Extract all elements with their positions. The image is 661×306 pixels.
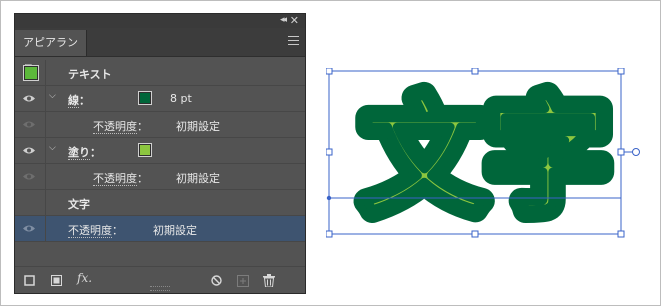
handle-middle-right[interactable] xyxy=(617,148,625,156)
visibility-eye-icon[interactable] xyxy=(22,94,36,103)
characters-label: 文字 xyxy=(68,198,90,211)
trash-icon[interactable] xyxy=(263,274,275,287)
handle-top-center[interactable] xyxy=(471,68,479,75)
add-new-fill-icon[interactable] xyxy=(51,275,62,286)
chevron-down-icon[interactable]: ⌵ xyxy=(49,91,56,101)
handle-bottom-center[interactable] xyxy=(471,230,479,238)
handle-bottom-right[interactable] xyxy=(617,230,625,238)
panel-tabbar: アピアランス xyxy=(15,28,305,75)
stroke-opacity-label[interactable]: 不透明度： xyxy=(93,118,148,134)
add-effect-icon[interactable]: fx. xyxy=(77,271,92,285)
row-opacity[interactable]: 不透明度： 初期設定 xyxy=(15,216,305,242)
row-stroke[interactable]: ⌵ 線： 8 pt xyxy=(15,86,305,112)
fill-color-swatch[interactable] xyxy=(138,143,152,157)
clear-appearance-icon[interactable] xyxy=(211,275,222,286)
row-gutter xyxy=(15,138,46,163)
opacity-label[interactable]: 不透明度： xyxy=(68,222,123,238)
opacity-value: 初期設定 xyxy=(153,224,197,237)
tab-appearance[interactable]: アピアランス xyxy=(15,30,87,75)
stroke-opacity-value: 初期設定 xyxy=(176,120,220,133)
row-gutter xyxy=(15,216,46,241)
text-out-port-handle[interactable] xyxy=(632,148,640,156)
handle-bottom-left[interactable] xyxy=(326,230,333,238)
row-gutter xyxy=(15,60,46,85)
row-gutter xyxy=(15,112,46,137)
collapse-panel-icon[interactable]: ◂◂ xyxy=(280,15,287,25)
stroke-label[interactable]: 線： xyxy=(68,92,90,108)
handle-top-left[interactable] xyxy=(326,68,333,75)
row-fill-opacity[interactable]: 不透明度： 初期設定 xyxy=(15,164,305,190)
fill-label[interactable]: 塗り： xyxy=(68,144,101,160)
visibility-eye-icon[interactable] xyxy=(22,146,36,155)
row-stroke-opacity[interactable]: 不透明度： 初期設定 xyxy=(15,112,305,138)
chevron-down-icon[interactable]: ⌵ xyxy=(49,143,56,153)
duplicate-item-icon[interactable] xyxy=(237,275,249,287)
row-characters[interactable]: 文字 xyxy=(15,190,305,216)
appearance-list: テキスト ⌵ 線： 8 pt 不透明度： 初期設定 ⌵ 塗り： 不透明度： 初期… xyxy=(15,60,305,242)
artwork-text-fill[interactable]: 文字 xyxy=(359,84,612,233)
baseline-anchor xyxy=(326,195,332,201)
stroke-color-swatch[interactable] xyxy=(138,91,152,105)
visibility-eye-icon[interactable] xyxy=(22,224,36,233)
add-new-stroke-icon[interactable] xyxy=(24,275,35,286)
object-thumbnail xyxy=(23,65,39,81)
appearance-panel: ◂◂ ✕ アピアランス テキスト ⌵ 線： 8 pt xyxy=(14,13,306,294)
visibility-eye-icon[interactable] xyxy=(22,120,36,129)
visibility-eye-icon[interactable] xyxy=(22,172,36,181)
row-gutter xyxy=(15,164,46,189)
panel-titlebar: ◂◂ ✕ xyxy=(15,14,305,28)
row-object[interactable]: テキスト xyxy=(15,60,305,86)
object-label: テキスト xyxy=(68,68,112,81)
handle-top-right[interactable] xyxy=(617,68,625,75)
artboard-canvas[interactable]: 文字 文字 xyxy=(326,68,646,238)
row-fill[interactable]: ⌵ 塗り： xyxy=(15,138,305,164)
panel-bottombar: fx. xyxy=(15,266,305,293)
close-panel-icon[interactable]: ✕ xyxy=(290,14,299,27)
fill-opacity-label[interactable]: 不透明度： xyxy=(93,170,148,186)
row-gutter xyxy=(15,190,46,215)
handle-middle-left[interactable] xyxy=(326,148,333,156)
panel-menu-icon[interactable] xyxy=(288,36,299,45)
resize-grip[interactable] xyxy=(150,286,170,291)
fill-opacity-value: 初期設定 xyxy=(176,172,220,185)
stroke-weight-value[interactable]: 8 pt xyxy=(170,92,192,105)
row-gutter xyxy=(15,86,46,111)
